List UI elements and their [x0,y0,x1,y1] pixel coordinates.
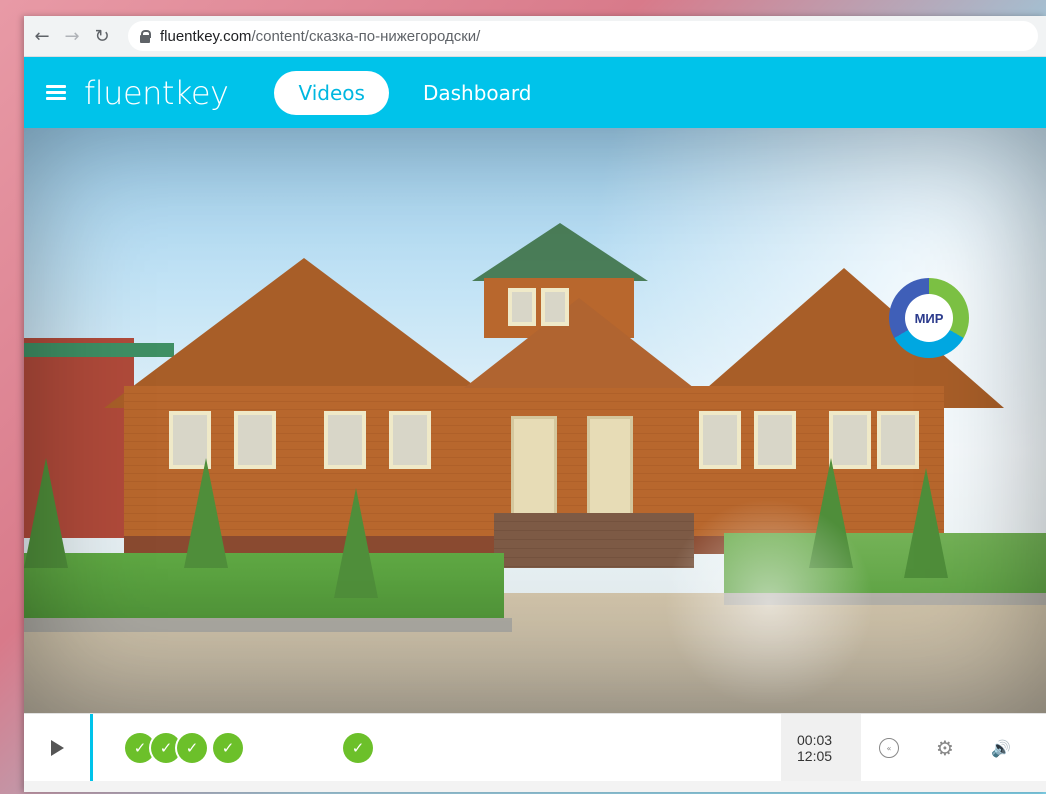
player-controls: ✓ ✓ ✓ ✓ ✓ 00:03 12:05 « ⚙ 🔊 [24,713,1046,782]
tab-videos[interactable]: Videos [274,70,389,115]
forward-icon[interactable]: → [60,24,84,48]
tab-dashboard[interactable]: Dashboard [423,81,532,105]
video-player[interactable]: МИР [24,128,1046,713]
settings-button[interactable]: ⚙ [917,714,973,782]
app-header: fluentkey Videos Dashboard [24,57,1046,128]
gear-icon: ⚙ [936,736,954,760]
brand-logo[interactable]: fluentkey [84,74,229,112]
channel-logo: МИР [889,278,969,358]
url-path: /content/сказка-по-нижегородски/ [251,27,481,45]
time-total: 12:05 [797,748,833,764]
back-icon[interactable]: ← [30,24,54,48]
timeline[interactable]: ✓ ✓ ✓ ✓ ✓ [93,714,781,782]
rewind-icon: « [879,738,899,758]
rewind-button[interactable]: « [861,714,917,782]
time-display: 00:03 12:05 [781,714,861,782]
checkpoint-marker[interactable]: ✓ [177,733,207,763]
video-vignette [24,128,1046,713]
channel-logo-text: МИР [905,294,953,342]
address-bar[interactable]: fluentkey.com/content/сказка-по-нижегоро… [128,21,1038,51]
browser-window: ← → ↻ fluentkey.com/content/сказка-по-ни… [24,16,1046,792]
lock-icon [140,30,151,43]
reload-icon[interactable]: ↻ [90,24,114,48]
volume-button[interactable]: 🔊 [973,714,1029,782]
url-domain: fluentkey.com [160,27,252,45]
checkpoint-marker[interactable]: ✓ [213,733,243,763]
browser-toolbar: ← → ↻ fluentkey.com/content/сказка-по-ни… [24,16,1046,57]
bottom-strip [24,781,1046,792]
play-icon [50,740,64,756]
time-current: 00:03 [797,732,833,748]
checkpoint-marker[interactable]: ✓ [343,733,373,763]
play-button[interactable] [24,714,90,782]
menu-icon[interactable] [46,84,66,101]
volume-icon: 🔊 [991,738,1011,758]
